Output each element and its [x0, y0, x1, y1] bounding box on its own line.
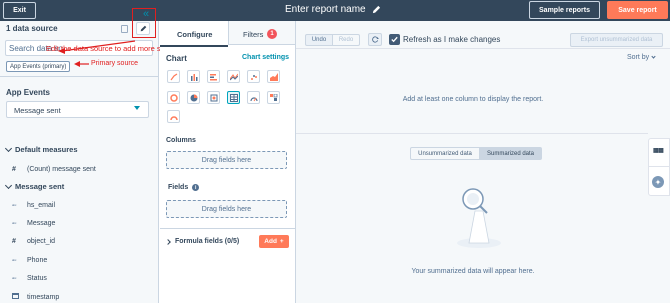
chart-heading: Chart [166, 54, 187, 63]
field-label: Status [27, 275, 47, 282]
field-item[interactable]: ᵃᵇᶜ Status [12, 275, 47, 282]
sort-by-label: Sort by [627, 54, 650, 61]
tab-configure[interactable]: Configure [177, 30, 212, 39]
checkmark-icon [391, 36, 398, 43]
grid-icon[interactable]: ▦▦ [653, 147, 664, 154]
save-report-button[interactable]: Save report [607, 1, 668, 19]
report-preview-area [296, 21, 670, 303]
pencil-icon [140, 25, 147, 32]
group-label: Message sent [15, 182, 65, 191]
chart-type-scatter-icon[interactable] [247, 70, 260, 83]
text-type-icon: ᵃᵇᶜ [12, 221, 17, 226]
divider [0, 76, 158, 77]
pencil-icon[interactable] [372, 5, 381, 14]
divider [296, 133, 648, 134]
chevron-down-icon [4, 181, 13, 189]
field-item[interactable]: # object_id [12, 238, 55, 245]
chevron-down-icon [4, 144, 13, 152]
chart-settings-link[interactable]: Chart settings [242, 54, 289, 61]
divider [296, 48, 670, 49]
empty-report-message: Add at least one column to display the r… [402, 96, 544, 103]
toggle-summarized-data[interactable]: Summarized data [479, 147, 542, 160]
chart-type-column-icon[interactable] [187, 70, 200, 83]
refresh-checkbox[interactable] [389, 34, 400, 45]
text-type-icon: ᵃᵇᶜ [12, 203, 17, 208]
exit-button[interactable]: Exit [3, 2, 36, 19]
sparkle-icon[interactable]: ✦ [652, 176, 664, 188]
field-label: hs_email [27, 202, 56, 209]
chart-type-pivot-icon[interactable] [267, 91, 280, 104]
refresh-checkbox-label: Refresh as I make changes [403, 35, 501, 44]
chart-type-bar-icon[interactable] [207, 70, 220, 83]
number-type-icon: # [12, 238, 16, 245]
chart-type-pie-icon[interactable] [187, 91, 200, 104]
field-item[interactable]: timestamp [12, 293, 59, 301]
text-type-icon: ᵃᵇᶜ [12, 258, 17, 263]
summarized-placeholder-message: Your summarized data will appear here. [411, 268, 535, 275]
refresh-button[interactable] [368, 33, 382, 46]
formula-fields-toggle[interactable]: Formula fields (0/5) [165, 238, 240, 245]
field-item[interactable]: ᵃᵇᶜ Message [12, 220, 55, 227]
chart-type-stacked-icon[interactable] [267, 70, 280, 83]
tab-filters-label[interactable]: Filters [243, 30, 263, 39]
field-item[interactable]: # (Count) message sent [12, 166, 96, 173]
group-message-sent[interactable]: Message sent [4, 181, 65, 191]
data-source-title: 1 data source [6, 24, 58, 33]
plus-icon: + [279, 238, 284, 245]
text-type-icon: ᵃᵇᶜ [12, 276, 17, 281]
field-label: object_id [27, 238, 56, 245]
event-select-value: Message sent [14, 106, 61, 115]
chart-type-area-line-icon[interactable] [227, 70, 240, 83]
field-item[interactable]: ᵃᵇᶜ Phone [12, 257, 47, 264]
chart-type-funnel-icon[interactable] [167, 110, 180, 123]
redo-button[interactable]: Redo [332, 34, 360, 46]
active-tab-indicator [160, 45, 228, 47]
edit-data-source-button[interactable] [136, 22, 150, 35]
magnifying-glass-illustration [457, 188, 501, 248]
undo-button[interactable]: Undo [305, 34, 333, 46]
formula-fields-label: Formula fields (0/5) [175, 238, 240, 245]
chevron-right-icon [165, 238, 171, 245]
info-icon[interactable]: i [192, 184, 200, 191]
field-item[interactable]: ᵃᵇᶜ hs_email [12, 202, 55, 209]
export-unsummarized-button[interactable]: Export unsummarized data [570, 33, 663, 47]
caret-down-icon [134, 106, 140, 110]
group-default-measures[interactable]: Default measures [4, 144, 78, 154]
chevron-down-icon [651, 54, 656, 59]
sort-by-dropdown[interactable]: Sort by [627, 54, 656, 61]
toggle-unsummarized-data[interactable]: Unsummarized data [410, 147, 480, 160]
calendar-icon [12, 293, 27, 301]
field-label: Phone [27, 257, 48, 264]
report-name-input[interactable]: Enter report name [285, 4, 366, 15]
number-type-icon: # [12, 166, 16, 173]
field-label: Message [27, 220, 56, 227]
group-label: Default measures [15, 145, 78, 154]
chart-type-table-icon[interactable] [227, 91, 240, 104]
fields-drop-zone[interactable]: Drag fields here [166, 200, 287, 218]
columns-heading: Columns [166, 137, 196, 144]
trash-icon[interactable] [121, 25, 128, 33]
app-events-heading: App Events [6, 88, 51, 97]
add-label: Add [264, 238, 277, 245]
add-formula-button[interactable]: Add + [259, 235, 289, 248]
chart-type-kpi-icon[interactable] [207, 91, 220, 104]
annotation-primary-text: Primary source [91, 60, 139, 67]
chart-type-donut-icon[interactable] [167, 91, 180, 104]
chart-type-line-icon[interactable] [167, 70, 180, 83]
filters-count-badge: 1 [267, 29, 277, 39]
divider [160, 228, 295, 229]
divider [649, 166, 669, 167]
columns-drop-zone[interactable]: Drag fields here [166, 151, 287, 169]
fields-heading: Fields i [168, 184, 200, 191]
primary-source-tag: App Events (primary) [6, 61, 71, 72]
collapse-panel-icon[interactable]: « [139, 9, 153, 21]
field-label: (Count) message sent [27, 166, 96, 173]
chart-type-gauge-icon[interactable] [247, 91, 260, 104]
refresh-icon [372, 36, 379, 43]
fields-heading-label: Fields [168, 184, 189, 191]
sample-reports-button[interactable]: Sample reports [529, 1, 600, 19]
field-label: timestamp [27, 293, 60, 301]
